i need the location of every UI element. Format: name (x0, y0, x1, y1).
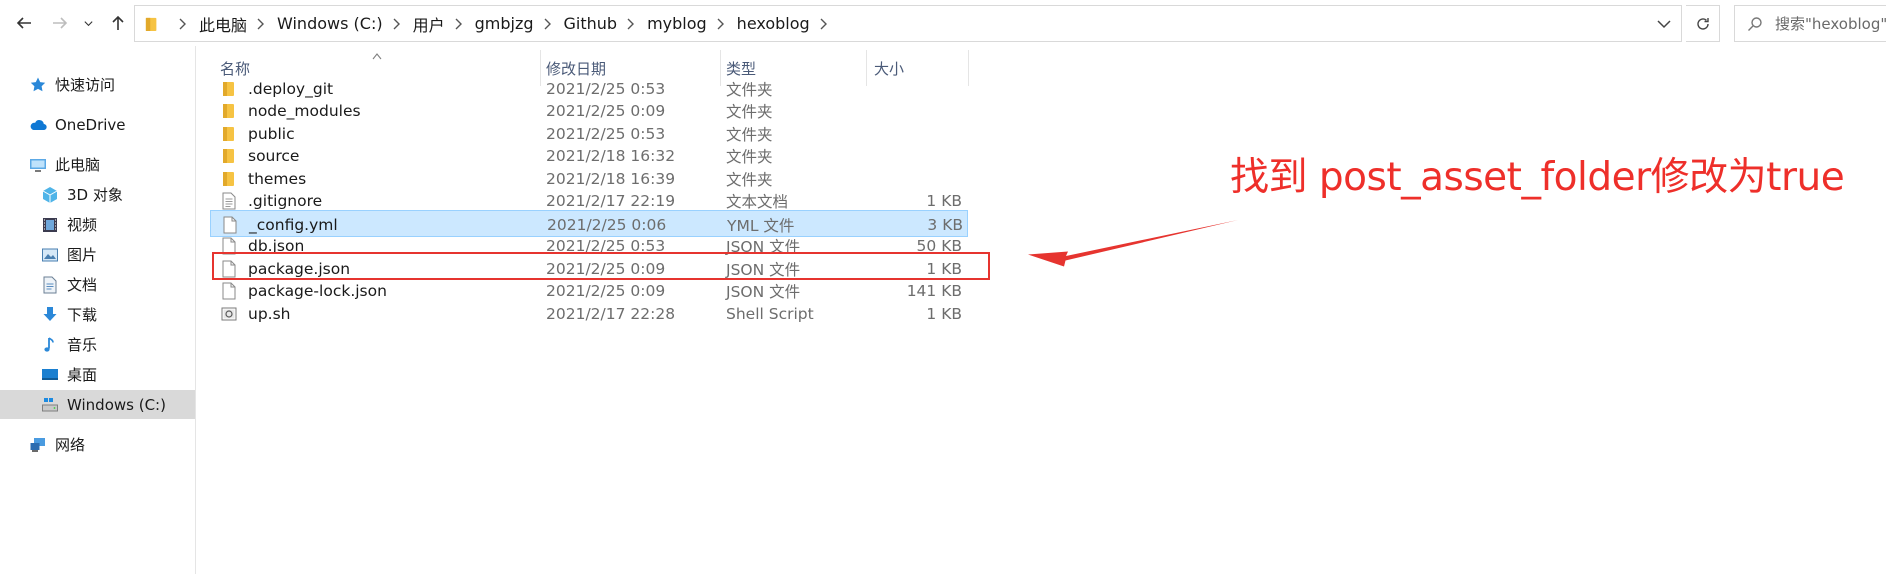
sidebar-item-onedrive[interactable]: OneDrive (0, 110, 195, 139)
chevron-down-icon (83, 20, 93, 26)
sidebar-item-label: OneDrive (55, 115, 126, 134)
sidebar-item-label: 快速访问 (55, 76, 116, 94)
cloud-icon (28, 115, 48, 135)
file-name[interactable]: up.sh (248, 300, 291, 327)
sidebar-item-label: 音乐 (67, 336, 98, 354)
breadcrumb-myblog[interactable]: myblog (647, 14, 707, 33)
address-toolbar: 此电脑 Windows (C:) 用户 gmbjzg Github myblog… (0, 0, 1886, 46)
back-arrow-icon (16, 17, 31, 29)
breadcrumb-user[interactable]: gmbjzg (475, 14, 534, 33)
breadcrumb-users[interactable]: 用户 (413, 12, 445, 36)
sidebar-item-label: 桌面 (67, 366, 98, 384)
sidebar-item-label: 网络 (55, 436, 86, 454)
sidebar-item-3d-objects[interactable]: 3D 对象 (0, 180, 195, 209)
breadcrumb-separator-icon (179, 18, 187, 30)
breadcrumb-separator-icon (393, 18, 401, 30)
up-arrow-icon (112, 15, 124, 30)
drive-icon (40, 395, 60, 415)
sidebar-item-label: 下载 (67, 306, 98, 324)
chevron-down-icon (1657, 19, 1671, 28)
up-button[interactable] (104, 8, 132, 38)
file-row[interactable]: up.sh 2021/2/17 22:28 Shell Script 1 KB (210, 300, 968, 327)
breadcrumb-separator-icon (455, 18, 463, 30)
cube-icon (40, 185, 60, 205)
breadcrumb-github[interactable]: Github (564, 14, 618, 33)
computer-icon (28, 155, 48, 175)
sidebar-item-documents[interactable]: 文档 (0, 270, 195, 299)
annotation-highlight-box (212, 252, 990, 280)
sidebar-item-quick-access[interactable]: 快速访问 (0, 70, 195, 99)
annotation-text: 找到 post_asset_folder修改为true (1230, 155, 1845, 200)
address-bar[interactable]: 此电脑 Windows (C:) 用户 gmbjzg Github myblog… (134, 5, 1682, 42)
video-icon (40, 215, 60, 235)
recent-locations-button[interactable] (78, 8, 98, 38)
sidebar-item-pictures[interactable]: 图片 (0, 240, 195, 269)
column-divider[interactable] (968, 50, 969, 86)
sidebar-item-desktop[interactable]: 桌面 (0, 360, 195, 389)
script-file-icon (220, 300, 238, 327)
sidebar-item-label: 3D 对象 (67, 186, 123, 204)
sidebar-item-downloads[interactable]: 下载 (0, 300, 195, 329)
sidebar-item-network[interactable]: 网络 (0, 430, 195, 459)
refresh-icon (1696, 17, 1709, 30)
forward-arrow-icon (53, 17, 68, 29)
sidebar-item-label: 视频 (67, 216, 98, 234)
sidebar-item-label: Windows (C:) (67, 395, 166, 414)
forward-button[interactable] (46, 8, 74, 38)
file-list-pane: 名称 修改日期 类型 大小 .deploy_git 2021/2/25 0:53 文… (196, 46, 1886, 574)
picture-icon (40, 245, 60, 265)
sidebar-item-label: 图片 (67, 246, 98, 264)
sidebar-item-music[interactable]: 音乐 (0, 330, 195, 359)
breadcrumb-separator-icon (544, 18, 552, 30)
address-history-button[interactable] (1647, 6, 1681, 41)
sidebar-item-label: 此电脑 (55, 156, 101, 174)
network-icon (28, 435, 48, 455)
music-icon (40, 335, 60, 355)
refresh-button[interactable] (1686, 5, 1720, 42)
search-icon (1735, 6, 1775, 41)
download-icon (40, 305, 60, 325)
back-button[interactable] (10, 8, 38, 38)
breadcrumb-separator-icon (627, 18, 635, 30)
breadcrumb-separator-icon (717, 18, 725, 30)
breadcrumb-this-pc[interactable]: 此电脑 (199, 12, 247, 36)
document-icon (40, 275, 60, 295)
breadcrumb-separator-icon (820, 18, 828, 30)
search-box[interactable]: 搜索"hexoblog" (1734, 5, 1886, 42)
file-type: Shell Script (726, 304, 814, 323)
breadcrumb-separator-icon (257, 18, 265, 30)
sidebar-item-windows-c[interactable]: Windows (C:) (0, 390, 195, 419)
search-placeholder[interactable]: 搜索"hexoblog" (1775, 13, 1886, 34)
sidebar-item-videos[interactable]: 视频 (0, 210, 195, 239)
sidebar-item-label: 文档 (67, 276, 98, 294)
file-modified-date: 2021/2/17 22:28 (546, 304, 676, 323)
navigation-pane: 快速访问 OneDrive 此电脑 3D 对象 视频 图片 文档 下载 音乐 桌… (0, 46, 196, 574)
sidebar-item-this-pc[interactable]: 此电脑 (0, 150, 195, 179)
breadcrumb-hexoblog[interactable]: hexoblog (737, 14, 810, 33)
desktop-icon (40, 365, 60, 385)
folder-icon (135, 6, 169, 41)
file-size: 1 KB (926, 304, 962, 323)
annotation-arrow-icon (1028, 220, 1238, 267)
breadcrumb-drive[interactable]: Windows (C:) (277, 14, 383, 33)
star-icon (28, 75, 48, 95)
